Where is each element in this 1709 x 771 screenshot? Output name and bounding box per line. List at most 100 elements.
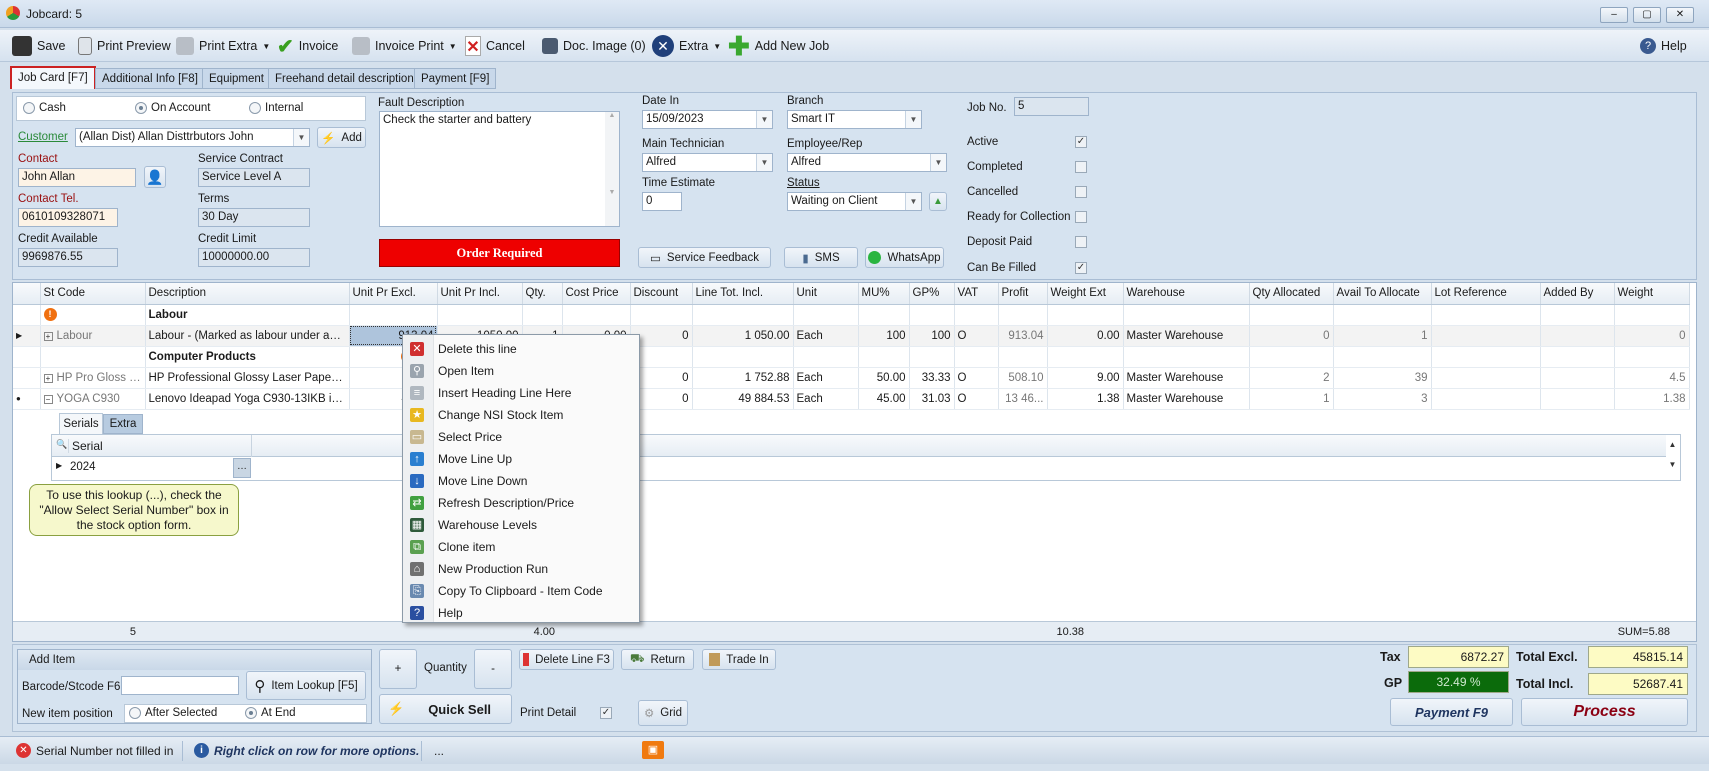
lock-icon[interactable]: ▣ xyxy=(642,741,664,759)
serial-column-header[interactable]: Serial xyxy=(68,439,251,453)
cell-qty-allocated[interactable]: 1 xyxy=(1249,388,1334,410)
cancel-button[interactable]: ✕ Cancel xyxy=(465,35,525,57)
print-preview-button[interactable]: Print Preview xyxy=(78,35,171,57)
cell[interactable] xyxy=(437,304,523,326)
cell-lot-reference[interactable] xyxy=(1431,388,1541,410)
cell-profit[interactable]: 913.04 xyxy=(998,325,1048,347)
column-header[interactable]: Description xyxy=(145,283,350,305)
tab-equipment[interactable]: Equipment xyxy=(202,68,271,89)
column-header[interactable]: Unit Pr Incl. xyxy=(437,283,523,305)
restore-button[interactable]: ▢ xyxy=(1633,7,1661,23)
cell-weight-ext[interactable]: 1.38 xyxy=(1047,388,1124,410)
cell-description[interactable]: Labour - (Marked as labour under addi... xyxy=(145,325,350,347)
column-header[interactable]: Profit xyxy=(998,283,1048,305)
menu-item-warehouse-levels[interactable]: ▦ Warehouse Levels xyxy=(403,514,639,536)
sms-button[interactable]: ▮ SMS xyxy=(784,247,858,268)
flag-checkbox[interactable] xyxy=(1075,236,1087,248)
cell-weight[interactable]: 4.5 xyxy=(1614,367,1690,389)
cell[interactable] xyxy=(1123,304,1250,326)
chevron-down-icon[interactable]: ▼ xyxy=(930,154,946,171)
cell[interactable] xyxy=(349,304,438,326)
serial-lookup-button[interactable]: … xyxy=(233,458,251,478)
cell-unit[interactable]: Each xyxy=(793,325,859,347)
radio-on-account[interactable]: On Account xyxy=(135,102,210,114)
column-header[interactable]: VAT xyxy=(954,283,999,305)
customer-combo[interactable]: (Allan Dist) Allan Disttrbutors John ▼ xyxy=(75,128,310,147)
cell[interactable] xyxy=(1047,346,1124,368)
column-header[interactable]: Cost Price xyxy=(562,283,631,305)
tab-freehand-description[interactable]: Freehand detail description xyxy=(268,68,421,89)
cell-vat[interactable]: O xyxy=(954,325,999,347)
time-estimate-field[interactable]: 0 xyxy=(642,192,682,211)
cell-gp[interactable]: 31.03 xyxy=(909,388,955,410)
cell[interactable] xyxy=(692,304,794,326)
cell[interactable] xyxy=(998,346,1048,368)
column-header[interactable]: Lot Reference xyxy=(1431,283,1541,305)
radio-cash[interactable]: Cash xyxy=(23,102,66,114)
flag-checkbox[interactable] xyxy=(1075,186,1087,198)
cell[interactable] xyxy=(909,304,955,326)
trade-in-button[interactable]: Trade In xyxy=(702,649,776,670)
radio-after-selected[interactable]: After Selected xyxy=(129,707,217,719)
column-header[interactable]: Unit xyxy=(793,283,859,305)
status-history-button[interactable]: ▲ xyxy=(929,192,947,211)
invoice-button[interactable]: ✔ Invoice xyxy=(277,35,338,58)
cell[interactable] xyxy=(1431,304,1541,326)
chevron-down-icon[interactable]: ▼ xyxy=(905,111,921,128)
tab-additional-info[interactable]: Additional Info [F8] xyxy=(95,68,205,89)
grid-settings-button[interactable]: ⚙ Grid xyxy=(638,700,688,726)
print-extra-button[interactable]: Print Extra ▼ xyxy=(176,35,270,57)
group-heading-row[interactable]: Computer Products! xyxy=(13,346,1690,368)
menu-item-move-line-down[interactable]: ↓ Move Line Down xyxy=(403,470,639,492)
column-header[interactable]: Unit Pr Excl. xyxy=(349,283,438,305)
cell-avail-to-allocate[interactable]: 3 xyxy=(1333,388,1432,410)
column-header[interactable]: Weight Ext xyxy=(1047,283,1124,305)
cell-lot-reference[interactable] xyxy=(1431,325,1541,347)
barcode-input[interactable] xyxy=(121,676,239,695)
contact-field[interactable]: John Allan xyxy=(18,168,136,187)
cell-warehouse[interactable]: Master Warehouse xyxy=(1123,367,1250,389)
cell-st-code[interactable]: + HP Pro Gloss 120 xyxy=(40,367,146,389)
cell[interactable] xyxy=(909,346,955,368)
cell-vat[interactable]: O xyxy=(954,388,999,410)
branch-combo[interactable]: Smart IT ▼ xyxy=(787,110,922,129)
cell[interactable] xyxy=(1249,346,1334,368)
delete-line-button[interactable]: Delete Line F3 xyxy=(519,649,614,670)
table-row[interactable]: ▶ + Labour Labour - (Marked as labour under… xyxy=(13,325,1690,347)
cell[interactable] xyxy=(954,304,999,326)
date-in-picker[interactable]: 15/09/2023 ▼ xyxy=(642,110,773,129)
cell[interactable] xyxy=(1431,346,1541,368)
cell-mu[interactable]: 45.00 xyxy=(858,388,910,410)
cell-avail-to-allocate[interactable]: 39 xyxy=(1333,367,1432,389)
expand-row-icon[interactable]: + xyxy=(43,373,53,383)
menu-item-move-line-up[interactable]: ↑ Move Line Up xyxy=(403,448,639,470)
cell[interactable] xyxy=(793,304,859,326)
cell-weight-ext[interactable]: 9.00 xyxy=(1047,367,1124,389)
menu-item-delete-this-line[interactable]: ✕ Delete this line xyxy=(403,338,639,360)
cell-st-code[interactable]: + Labour xyxy=(40,325,146,347)
add-customer-button[interactable]: ⚡ Add xyxy=(317,127,366,148)
cell[interactable] xyxy=(522,304,563,326)
cell-gp[interactable]: 33.33 xyxy=(909,367,955,389)
column-header[interactable]: Weight xyxy=(1614,283,1690,305)
flag-checkbox[interactable] xyxy=(1075,211,1087,223)
cell[interactable] xyxy=(1333,304,1432,326)
cell-description[interactable]: Lenovo Ideapad Yoga C930-13IKB i7- ... xyxy=(145,388,350,410)
cell-warehouse[interactable]: Master Warehouse xyxy=(1123,388,1250,410)
cell[interactable] xyxy=(562,304,631,326)
serial-cell[interactable]: 2024 xyxy=(70,461,96,473)
cell-avail-to-allocate[interactable]: 1 xyxy=(1333,325,1432,347)
menu-item-help[interactable]: ? Help xyxy=(403,602,639,624)
cell-line-tot-incl[interactable]: 1 050.00 xyxy=(692,325,794,347)
invoice-print-button[interactable]: Invoice Print ▼ xyxy=(352,35,457,57)
cell[interactable] xyxy=(998,304,1048,326)
employee-rep-combo[interactable]: Alfred ▼ xyxy=(787,153,947,172)
cell[interactable] xyxy=(858,304,910,326)
radio-internal[interactable]: Internal xyxy=(249,102,303,114)
menu-item-copy-to-clipboard-item-code[interactable]: ⎘ Copy To Clipboard - Item Code xyxy=(403,580,639,602)
cell-qty-allocated[interactable]: 2 xyxy=(1249,367,1334,389)
cell-qty-allocated[interactable]: 0 xyxy=(1249,325,1334,347)
quick-sell-button[interactable]: ⚡ Quick Sell xyxy=(379,694,512,724)
minimize-button[interactable]: – xyxy=(1600,7,1628,23)
cell[interactable] xyxy=(1123,346,1250,368)
